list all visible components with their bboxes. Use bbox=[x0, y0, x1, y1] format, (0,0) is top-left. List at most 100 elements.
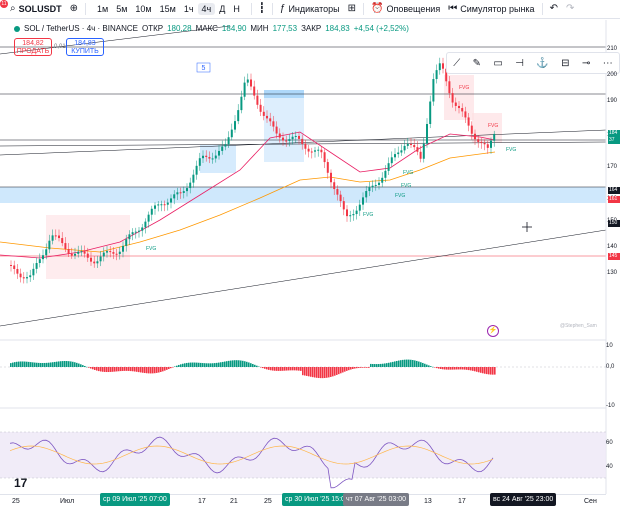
macd-bar bbox=[288, 367, 290, 371]
candle-body bbox=[218, 150, 220, 156]
macd-bar bbox=[108, 367, 110, 373]
candle-body bbox=[38, 259, 41, 264]
macd-bar bbox=[64, 360, 66, 367]
macd-bar bbox=[56, 361, 58, 367]
layout-button[interactable]: ⊞ bbox=[344, 0, 360, 19]
rsi-axis-60: 60 bbox=[606, 440, 613, 446]
candle-body bbox=[128, 234, 131, 240]
candle-body bbox=[454, 102, 457, 106]
macd-bar bbox=[160, 367, 162, 372]
close-label: ЗАКР bbox=[301, 24, 322, 33]
ruler-icon[interactable]: ⊟ bbox=[561, 58, 569, 69]
macd-bar bbox=[312, 367, 314, 378]
macd-bar bbox=[106, 367, 108, 373]
macd-bar bbox=[404, 359, 406, 367]
macd-bar bbox=[32, 362, 34, 367]
candle-body bbox=[397, 152, 400, 155]
timeframe-6[interactable]: Д bbox=[215, 4, 229, 14]
macd-bar bbox=[396, 360, 398, 367]
candle-body bbox=[67, 249, 70, 254]
macd-bar bbox=[442, 367, 444, 370]
candle-body bbox=[365, 191, 368, 198]
time-label: чт 07 Авг '25 03:00 bbox=[343, 493, 409, 506]
chart-canvas[interactable]: 5 bbox=[0, 20, 620, 512]
timeframe-0[interactable]: 1м bbox=[93, 4, 112, 14]
macd-bar bbox=[408, 359, 410, 367]
macd-bar bbox=[342, 367, 344, 373]
anchor-icon[interactable]: ⚓ bbox=[536, 58, 548, 69]
macd-bar bbox=[272, 367, 274, 371]
macd-bar bbox=[48, 362, 50, 367]
macd-bar bbox=[276, 367, 278, 371]
macd-bar bbox=[344, 367, 346, 372]
macd-bar bbox=[214, 363, 216, 367]
indicators-button[interactable]: ƒ Индикаторы bbox=[276, 0, 344, 19]
macd-bar bbox=[80, 364, 82, 367]
annotation-number: 5 bbox=[202, 65, 206, 72]
symbol-search[interactable]: 11 ⌕ SOLUSDT bbox=[0, 0, 66, 19]
buy-label: КУПИТЬ bbox=[71, 48, 99, 55]
alerts-button[interactable]: ⏰ Оповещения bbox=[367, 0, 444, 19]
compare-button[interactable]: ⊕ bbox=[66, 0, 82, 19]
candle-body bbox=[45, 249, 48, 256]
candle-body bbox=[154, 205, 156, 209]
timeframe-3[interactable]: 15м bbox=[156, 4, 180, 14]
redo-button[interactable]: ↷ bbox=[562, 0, 578, 19]
macd-bar bbox=[296, 367, 298, 371]
macd-bar bbox=[486, 367, 488, 375]
chart-type-button[interactable]: ┇ bbox=[255, 0, 269, 19]
candle-body bbox=[230, 129, 233, 138]
macd-bar bbox=[490, 367, 492, 375]
buy-button[interactable]: 184,83 КУПИТЬ bbox=[66, 38, 104, 56]
macd-bar bbox=[298, 367, 300, 371]
grid-icon: ⊞ bbox=[347, 3, 356, 14]
candle-body bbox=[224, 144, 227, 147]
macd-bar bbox=[96, 367, 98, 371]
candle-body bbox=[70, 253, 73, 256]
candle-body bbox=[29, 275, 32, 278]
time-tick: 25 bbox=[12, 498, 20, 505]
macd-bar bbox=[86, 366, 88, 368]
macd-bar bbox=[330, 367, 332, 377]
horizontal-line-icon[interactable]: ⊸ bbox=[582, 58, 590, 69]
macd-bar bbox=[190, 362, 192, 367]
timeframe-4[interactable]: 1ч bbox=[180, 4, 198, 14]
macd-bar bbox=[102, 367, 104, 372]
notification-badge[interactable]: 11 bbox=[0, 0, 8, 8]
candle-body bbox=[429, 101, 432, 124]
macd-bar bbox=[420, 362, 422, 367]
pen-icon[interactable]: ✎ bbox=[473, 58, 481, 69]
macd-bar bbox=[24, 361, 26, 367]
candle-body bbox=[10, 265, 12, 266]
candles-icon: ┇ bbox=[258, 3, 265, 14]
macd-bar bbox=[38, 362, 40, 367]
timeframe-7[interactable]: Н bbox=[229, 4, 244, 14]
fvg-label: FVG bbox=[401, 183, 412, 189]
timeframe-2[interactable]: 10м bbox=[131, 4, 155, 14]
candle-body bbox=[163, 204, 166, 206]
candle-body bbox=[157, 204, 160, 206]
macd-bar bbox=[256, 365, 258, 367]
macd-bar bbox=[444, 367, 446, 370]
macd-bar bbox=[110, 367, 112, 372]
undo-button[interactable]: ↶ bbox=[546, 0, 562, 19]
macd-bar bbox=[242, 360, 244, 367]
trend-tool-icon[interactable]: ⊣ bbox=[515, 58, 524, 69]
time-tick: Сен bbox=[584, 498, 597, 505]
candle-body bbox=[211, 158, 214, 160]
macd-bar bbox=[400, 360, 402, 367]
macd-bar bbox=[280, 367, 282, 371]
time-tick: 13 bbox=[424, 498, 432, 505]
sell-button[interactable]: 184,82 ПРОДАТЬ bbox=[14, 38, 52, 56]
rectangle-icon[interactable]: ▭ bbox=[493, 58, 502, 69]
candle-body bbox=[118, 251, 121, 255]
timeframe-1[interactable]: 5м bbox=[112, 4, 131, 14]
timeframe-5[interactable]: 4ч bbox=[197, 3, 216, 15]
candle-body bbox=[362, 197, 364, 205]
replay-button[interactable]: ⏮ Симулятор рынка bbox=[444, 0, 538, 19]
tradingview-logo-icon[interactable]: 17 bbox=[14, 476, 27, 490]
brush-icon[interactable]: ⟋ bbox=[453, 58, 460, 69]
candle-body bbox=[205, 155, 208, 158]
lightning-icon[interactable]: ⚡ bbox=[487, 325, 499, 337]
macd-bar bbox=[380, 363, 382, 367]
